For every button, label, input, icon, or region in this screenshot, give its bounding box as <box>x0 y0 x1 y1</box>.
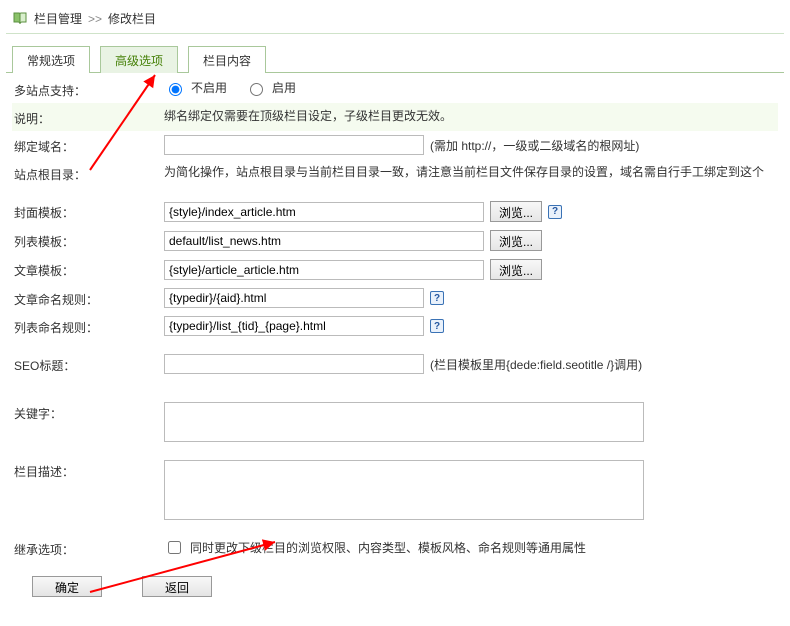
binddomain-hint: (需加 http://，一级或二级域名的根网址) <box>430 137 639 154</box>
help-icon[interactable]: ? <box>430 319 444 333</box>
list-browse-button[interactable]: 浏览... <box>490 230 542 251</box>
multisite-off-radio[interactable] <box>169 83 182 96</box>
tab-advanced[interactable]: 高级选项 <box>100 46 178 73</box>
binddomain-label: 绑定域名： <box>14 135 164 155</box>
article-input[interactable] <box>164 260 484 280</box>
multisite-on-radio[interactable] <box>250 83 263 96</box>
seo-label: SEO标题： <box>14 354 164 374</box>
article-browse-button[interactable]: 浏览... <box>490 259 542 280</box>
keywords-label: 关键字： <box>14 402 164 422</box>
keywords-input[interactable] <box>164 402 644 442</box>
inherit-checkbox[interactable] <box>168 541 181 554</box>
cover-label: 封面模板： <box>14 201 164 221</box>
desc-input[interactable] <box>164 460 644 520</box>
listrule-input[interactable] <box>164 316 424 336</box>
explain-label: 说明： <box>14 107 164 127</box>
multisite-label: 多站点支持： <box>14 79 164 99</box>
back-button[interactable]: 返回 <box>142 576 212 597</box>
artrule-input[interactable] <box>164 288 424 308</box>
listrule-label: 列表命名规则： <box>14 316 164 336</box>
list-label: 列表模板： <box>14 230 164 250</box>
help-icon[interactable]: ? <box>430 291 444 305</box>
breadcrumb-current: 修改栏目 <box>108 10 156 27</box>
multisite-on-text: 启用 <box>272 79 296 96</box>
article-label: 文章模板： <box>14 259 164 279</box>
breadcrumb-sep: >> <box>88 12 102 26</box>
inherit-text: 同时更改下级栏目的浏览权限、内容类型、模板风格、命名规则等通用属性 <box>190 539 586 556</box>
ok-button[interactable]: 确定 <box>32 576 102 597</box>
tab-content[interactable]: 栏目内容 <box>188 46 266 73</box>
list-input[interactable] <box>164 231 484 251</box>
seo-input[interactable] <box>164 354 424 374</box>
cover-browse-button[interactable]: 浏览... <box>490 201 542 222</box>
explain-text: 绑名绑定仅需要在顶级栏目设定，子级栏目更改无效。 <box>164 107 452 124</box>
tabs: 常规选项 高级选项 栏目内容 <box>6 46 784 73</box>
cover-input[interactable] <box>164 202 484 222</box>
tab-general[interactable]: 常规选项 <box>12 46 90 73</box>
artrule-label: 文章命名规则： <box>14 288 164 308</box>
binddomain-input[interactable] <box>164 135 424 155</box>
seo-hint: (栏目模板里用{dede:field.seotitle /}调用) <box>430 356 642 373</box>
siteroot-text: 为简化操作，站点根目录与当前栏目目录一致，请注意当前栏目文件保存目录的设置，域名… <box>164 163 764 180</box>
book-icon <box>12 11 28 27</box>
multisite-off-text: 不启用 <box>191 79 227 96</box>
breadcrumb-root[interactable]: 栏目管理 <box>34 10 82 27</box>
siteroot-label: 站点根目录： <box>14 163 164 183</box>
desc-label: 栏目描述： <box>14 460 164 480</box>
inherit-label: 继承选项： <box>14 538 164 558</box>
help-icon[interactable]: ? <box>548 205 562 219</box>
